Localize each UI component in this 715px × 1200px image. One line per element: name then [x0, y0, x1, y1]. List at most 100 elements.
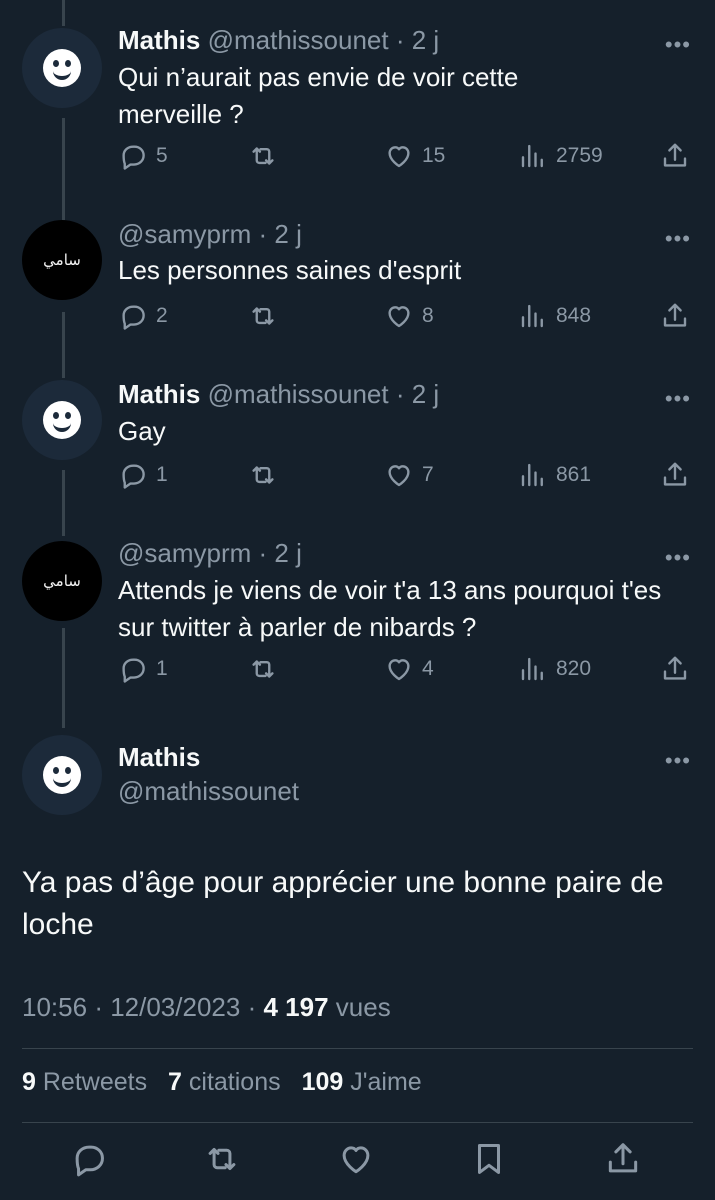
- heart-icon: [388, 659, 410, 681]
- retweets-label: Retweets: [42, 1068, 148, 1096]
- retweet-icon: [252, 307, 274, 325]
- views-chart-icon: [521, 657, 543, 681]
- tweet-text: Les personnes saines d'esprit: [118, 255, 462, 285]
- retweet-icon: [208, 1147, 236, 1171]
- reply-icon: [122, 658, 145, 683]
- heart-icon: [388, 465, 410, 487]
- retweets-count: 9: [22, 1068, 36, 1096]
- share-button[interactable]: [604, 1140, 642, 1183]
- views-count: 820: [556, 657, 592, 680]
- views-button[interactable]: 820: [518, 654, 591, 684]
- tweet-text: Gay: [118, 416, 166, 446]
- retweets-stat[interactable]: 9 Retweets: [22, 1068, 147, 1096]
- arabic-text-avatar[interactable]: سامي: [22, 220, 102, 300]
- smiley-avatar[interactable]: [22, 28, 102, 108]
- divider: [22, 1122, 693, 1123]
- like-button[interactable]: 7: [384, 460, 434, 490]
- like-button[interactable]: 8: [384, 301, 434, 331]
- like-count: 8: [422, 304, 434, 327]
- tweet-time[interactable]: 10:56: [22, 992, 87, 1022]
- views-chart-icon: [521, 144, 543, 168]
- retweet-button[interactable]: [203, 1140, 241, 1183]
- tweet-actions: 2 8 848: [118, 301, 693, 337]
- avatar-text: سامي: [43, 251, 81, 269]
- meta-separator: ·: [94, 992, 111, 1022]
- views-count: 4 197: [263, 992, 329, 1022]
- tweet-text: Qui n’aurait pas envie de voir cette mer…: [118, 62, 519, 129]
- tweet-header: Mathis @mathissounet · 2 j: [118, 24, 439, 56]
- reply-button[interactable]: 5: [118, 141, 168, 171]
- views-chart-icon: [521, 463, 543, 487]
- main-author-handle[interactable]: @mathissounet: [118, 776, 299, 807]
- tweet-actions: 5 15 2759: [118, 141, 693, 177]
- reply-count: 2: [156, 304, 168, 327]
- author-name[interactable]: Mathis: [118, 25, 200, 55]
- main-tweet-text: Ya pas d’âge pour apprécier une bonne pa…: [22, 866, 664, 941]
- more-options-icon[interactable]: •••: [665, 226, 691, 252]
- heart-icon: [388, 306, 410, 328]
- bookmark-button[interactable]: [470, 1140, 508, 1183]
- tweet-actions: 1 7 861: [118, 460, 693, 496]
- reply-button[interactable]: 1: [118, 654, 168, 684]
- more-options-icon[interactable]: •••: [665, 545, 691, 571]
- tweet-header: @samyprm · 2 j: [118, 537, 302, 569]
- more-options-icon[interactable]: •••: [665, 32, 691, 58]
- thread-line: [62, 628, 65, 728]
- main-author-name[interactable]: Mathis: [118, 742, 200, 773]
- reply-count: 1: [156, 657, 168, 680]
- arabic-text-avatar[interactable]: سامي: [22, 541, 102, 621]
- quotes-label: citations: [188, 1068, 281, 1096]
- share-icon: [663, 143, 687, 167]
- author-handle[interactable]: @mathissounet: [208, 379, 389, 409]
- retweet-button[interactable]: [248, 301, 286, 331]
- reply-button[interactable]: [70, 1140, 108, 1183]
- share-button[interactable]: [660, 654, 690, 684]
- smiley-avatar[interactable]: [22, 735, 102, 815]
- more-options-icon[interactable]: •••: [665, 386, 691, 412]
- more-options-icon[interactable]: •••: [665, 748, 691, 774]
- thread-line: [62, 312, 65, 378]
- like-count: 15: [422, 144, 446, 167]
- engagement-stats: 9 Retweets 7 citations 109 J'aime: [22, 1068, 422, 1097]
- reply-icon: [122, 145, 145, 170]
- retweet-button[interactable]: [248, 654, 286, 684]
- tweet-time: · 2 j: [258, 538, 302, 568]
- likes-stat[interactable]: 109 J'aime: [302, 1068, 422, 1096]
- retweet-icon: [252, 466, 274, 484]
- views-button[interactable]: 848: [518, 301, 591, 331]
- like-button[interactable]: [337, 1140, 375, 1183]
- share-button[interactable]: [660, 141, 690, 171]
- like-count: 7: [422, 463, 434, 486]
- author-handle[interactable]: @samyprm: [118, 219, 251, 249]
- reply-icon: [122, 464, 145, 489]
- reply-count: 1: [156, 463, 168, 486]
- retweet-button[interactable]: [248, 141, 286, 171]
- thread-line: [62, 118, 65, 220]
- author-handle[interactable]: @samyprm: [118, 538, 251, 568]
- author-handle[interactable]: @mathissounet: [208, 25, 389, 55]
- quotes-stat[interactable]: 7 citations: [168, 1068, 281, 1096]
- views-button[interactable]: 861: [518, 460, 591, 490]
- main-tweet-actions: [0, 1140, 715, 1186]
- tweet-date[interactable]: 12/03/2023: [110, 992, 240, 1022]
- like-button[interactable]: 4: [384, 654, 434, 684]
- share-icon: [663, 656, 687, 680]
- reply-button[interactable]: 2: [118, 301, 168, 331]
- likes-label: J'aime: [350, 1068, 422, 1096]
- tweet-header: @samyprm · 2 j: [118, 218, 302, 250]
- views-button[interactable]: 2759: [518, 141, 603, 171]
- views-label: vues: [335, 992, 391, 1022]
- like-button[interactable]: 15: [384, 141, 445, 171]
- views-count: 861: [556, 463, 592, 486]
- tweet-time: · 2 j: [395, 25, 440, 55]
- author-name[interactable]: Mathis: [118, 379, 200, 409]
- tweet-actions: 1 4 820: [118, 654, 693, 690]
- share-button[interactable]: [660, 460, 690, 490]
- heart-icon: [388, 146, 410, 168]
- reply-button[interactable]: 1: [118, 460, 168, 490]
- share-icon: [663, 303, 687, 327]
- smiley-avatar[interactable]: [22, 380, 102, 460]
- share-button[interactable]: [660, 301, 690, 331]
- views-count: 848: [556, 304, 592, 327]
- retweet-button[interactable]: [248, 460, 286, 490]
